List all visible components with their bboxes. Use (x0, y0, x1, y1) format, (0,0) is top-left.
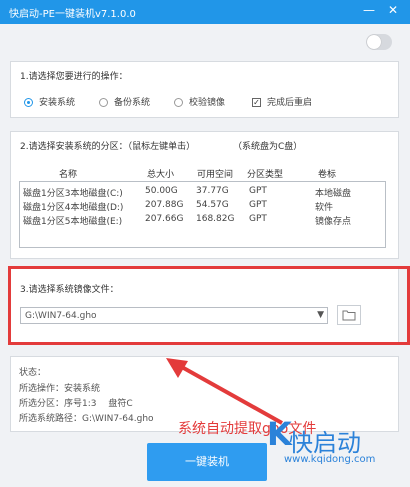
logo-url: www.kqidong.com (284, 454, 376, 465)
radio-dot (174, 98, 183, 107)
cell-name: 磁盘1分区3本地磁盘(C:) (23, 189, 123, 199)
radio-label: 安装系统 (39, 98, 76, 108)
cell-free: 54.57G (196, 200, 229, 210)
table-row[interactable]: 磁盘1分区3本地磁盘(C:) 50.00G 37.77G GPT 本地磁盘 (20, 186, 385, 199)
cell-free: 168.82G (196, 214, 235, 224)
cell-label: 软件 (315, 203, 334, 213)
title-bar: 快启动-PE一键装机v7.1.0.0 — ✕ (0, 0, 410, 24)
table-row[interactable]: 磁盘1分区4本地磁盘(D:) 207.88G 54.57G GPT 软件 (20, 200, 385, 213)
col-total: 总大小 (147, 170, 175, 180)
status-label: 状态： (19, 368, 47, 378)
partition-title: 2.请选择安装系统的分区：（鼠标左键单击） (20, 142, 196, 152)
table-row[interactable]: 磁盘1分区5本地磁盘(E:) 207.66G 168.82G GPT 镜像存点 (20, 214, 385, 227)
radio-dot (99, 98, 108, 107)
col-name: 名称 (59, 170, 78, 180)
toggle-knob (367, 35, 381, 49)
cell-type: GPT (249, 200, 267, 210)
logo-name: 快启动 (289, 429, 361, 457)
radio-dot (24, 98, 33, 107)
settings-toggle[interactable] (366, 34, 392, 50)
cell-label: 镜像存点 (315, 217, 352, 227)
window-title: 快启动-PE一键装机v7.1.0.0 (9, 9, 136, 20)
operation-title: 1.请选择您要进行的操作： (20, 72, 128, 82)
partition-table: 磁盘1分区3本地磁盘(C:) 50.00G 37.77G GPT 本地磁盘 磁盘… (19, 181, 386, 248)
radio-install[interactable]: 安装系统 (24, 95, 75, 108)
cell-label: 本地磁盘 (315, 189, 352, 199)
col-free: 可用空间 (197, 170, 234, 180)
highlight-box (8, 266, 410, 345)
status-path: 所选系统路径：G:\WIN7-64.gho (19, 414, 154, 424)
cell-name: 磁盘1分区4本地磁盘(D:) (23, 203, 124, 213)
restart-checkbox[interactable]: ✓ 完成后重启 (252, 95, 312, 108)
status-operation: 所选操作：安装系统 (19, 384, 101, 394)
col-label: 卷标 (318, 170, 337, 180)
radio-verify[interactable]: 校验镜像 (174, 95, 225, 108)
cell-total: 207.88G (145, 200, 184, 210)
cell-name: 磁盘1分区5本地磁盘(E:) (23, 217, 123, 227)
cell-type: GPT (249, 186, 267, 196)
cell-free: 37.77G (196, 186, 229, 196)
radio-label: 校验镜像 (189, 98, 226, 108)
minimize-icon[interactable]: — (362, 3, 376, 17)
operation-panel: 1.请选择您要进行的操作： (10, 61, 399, 118)
cell-type: GPT (249, 214, 267, 224)
radio-backup[interactable]: 备份系统 (99, 95, 150, 108)
col-type: 分区类型 (247, 170, 284, 180)
cell-total: 50.00G (145, 186, 178, 196)
checkbox-box: ✓ (252, 98, 261, 107)
checkbox-label: 完成后重启 (267, 98, 313, 108)
partition-note: （系统盘为C盘） (233, 142, 303, 152)
status-partition: 所选分区：序号1:3 盘符C (19, 399, 133, 409)
install-button[interactable]: 一键装机 (147, 443, 267, 481)
cell-total: 207.66G (145, 214, 184, 224)
close-icon[interactable]: ✕ (386, 3, 400, 17)
radio-label: 备份系统 (114, 98, 151, 108)
